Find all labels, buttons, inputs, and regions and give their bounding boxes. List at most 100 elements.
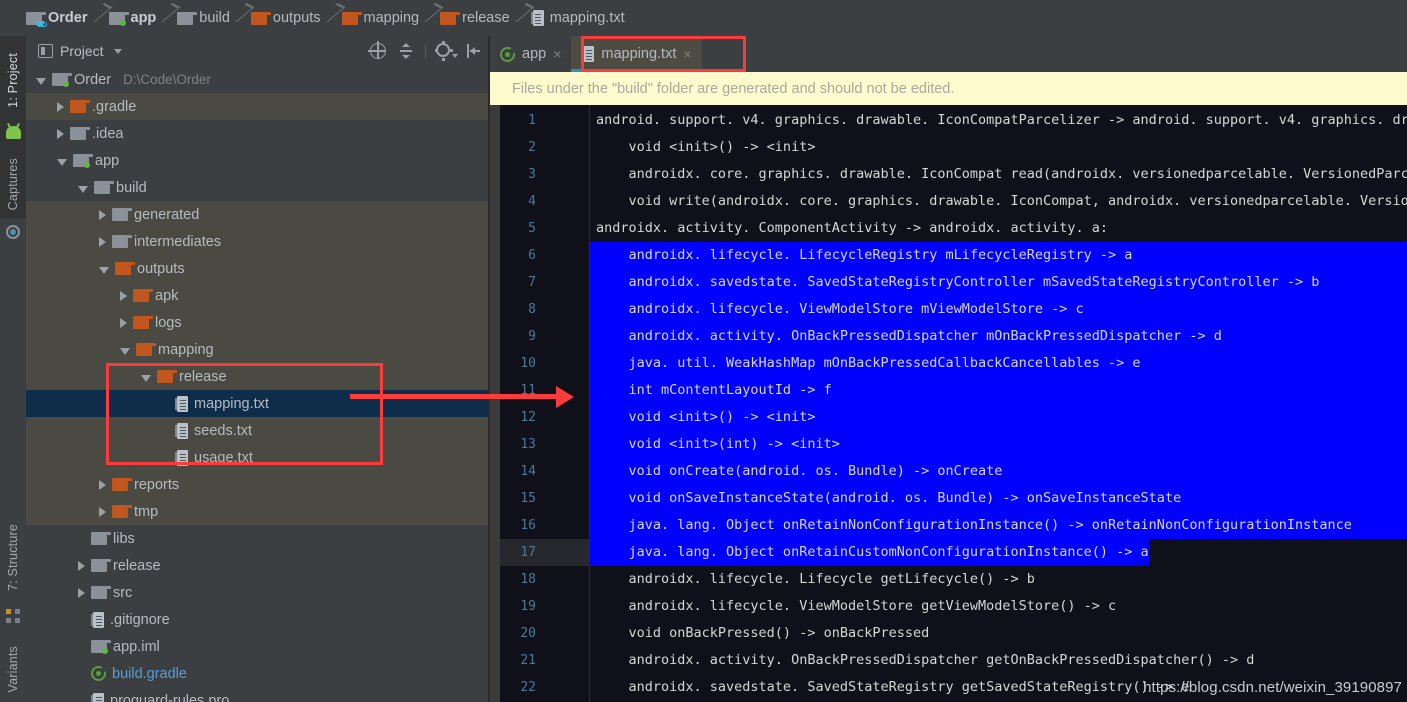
tree-node-app[interactable]: app — [26, 147, 490, 174]
breadcrumb-label: app — [130, 10, 157, 26]
chevron-right-icon[interactable] — [99, 506, 106, 517]
chevron-right-icon[interactable] — [78, 560, 85, 571]
collapse-all-icon[interactable] — [397, 42, 415, 60]
chevron-down-icon[interactable] — [57, 158, 67, 166]
code-line[interactable]: void <init>() -> <init> — [590, 404, 1407, 431]
tree-node-release[interactable]: release — [26, 363, 490, 390]
folder-icon — [112, 505, 132, 518]
chevron-right-icon[interactable] — [120, 290, 127, 301]
tree-node--gitignore[interactable]: .gitignore — [26, 606, 490, 633]
line-number: 19 — [520, 599, 536, 614]
code-lines[interactable]: android. support. v4. graphics. drawable… — [590, 105, 1407, 702]
sidebar-item-variants[interactable]: Variants — [0, 636, 26, 702]
code-line-text: android. support. v4. graphics. drawable… — [596, 112, 1407, 128]
tab-mapping-txt[interactable]: mapping.txt × — [571, 36, 702, 72]
tree-node-mapping-txt[interactable]: mapping.txt — [26, 390, 490, 417]
android-icon[interactable] — [0, 122, 26, 142]
code-line[interactable]: java. util. WeakHashMap mOnBackPressedCa… — [590, 350, 1407, 377]
tree-node-reports[interactable]: reports — [26, 471, 490, 498]
code-line[interactable]: androidx. savedstate. SavedStateRegistry… — [590, 269, 1407, 296]
code-line[interactable]: androidx. lifecycle. Lifecycle getLifecy… — [590, 566, 1407, 593]
code-line[interactable]: androidx. activity. ComponentActivity ->… — [590, 215, 1407, 242]
code-line[interactable]: androidx. lifecycle. ViewModelStore getV… — [590, 593, 1407, 620]
hide-panel-icon[interactable] — [464, 42, 482, 60]
tree-node-logs[interactable]: logs — [26, 309, 490, 336]
code-line[interactable]: java. lang. Object onRetainNonConfigurat… — [590, 512, 1407, 539]
chevron-right-icon[interactable] — [99, 209, 106, 220]
tree-node-release[interactable]: release — [26, 552, 490, 579]
chevron-right-icon[interactable] — [57, 101, 64, 112]
tab-app[interactable]: app × — [490, 36, 571, 72]
code-line[interactable]: void onCreate(android. os. Bundle) -> on… — [590, 458, 1407, 485]
tree-node-src[interactable]: src — [26, 579, 490, 606]
gutter-marker-strip[interactable] — [490, 105, 500, 702]
tree-node--gradle[interactable]: .gradle — [26, 93, 490, 120]
code-line[interactable]: void write(androidx. core. graphics. dra… — [590, 188, 1407, 215]
code-line[interactable]: androidx. core. graphics. drawable. Icon… — [590, 161, 1407, 188]
folder-icon — [112, 235, 132, 248]
breadcrumb-item-build[interactable]: build — [177, 0, 232, 36]
code-line[interactable]: void onSaveInstanceState(android. os. Bu… — [590, 485, 1407, 512]
breadcrumb-label: outputs — [272, 10, 321, 26]
capture-target-icon[interactable] — [0, 222, 26, 242]
code-viewport[interactable]: 1234567891011121314151617181920212223242… — [490, 105, 1407, 702]
locate-in-tree-icon[interactable] — [368, 41, 387, 60]
tree-node-proguard-rules-pro[interactable]: proguard-rules.pro — [26, 687, 490, 702]
breadcrumb-item-outputs[interactable]: outputs — [250, 0, 323, 36]
code-line[interactable]: androidx. activity. OnBackPressedDispatc… — [590, 323, 1407, 350]
code-line[interactable]: androidx. lifecycle. LifecycleRegistry m… — [590, 242, 1407, 269]
breadcrumb-item-mapping[interactable]: mapping — [341, 0, 422, 36]
folder-icon — [115, 262, 135, 275]
project-tree[interactable]: Order D:\Code\Order .gradle .idea app build ge… — [26, 66, 490, 702]
close-icon[interactable]: × — [683, 47, 691, 61]
tree-node-app-iml[interactable]: app.iml — [26, 633, 490, 660]
code-line[interactable]: void onBackPressed() -> onBackPressed — [590, 620, 1407, 647]
chevron-down-icon[interactable] — [113, 48, 122, 54]
tree-node-generated[interactable]: generated — [26, 201, 490, 228]
tree-node-usage-txt[interactable]: usage.txt — [26, 444, 490, 471]
tree-node-outputs[interactable]: outputs — [26, 255, 490, 282]
tree-node--idea[interactable]: .idea — [26, 120, 490, 147]
chevron-right-icon[interactable] — [120, 317, 127, 328]
tree-node-order[interactable]: Order D:\Code\Order — [26, 66, 490, 93]
variants-grid-icon[interactable] — [0, 606, 26, 626]
breadcrumb-separator — [93, 0, 106, 36]
sidebar-item-structure[interactable]: 7: Structure — [0, 516, 26, 600]
line-number: 12 — [520, 410, 536, 425]
chevron-down-icon[interactable] — [141, 374, 151, 382]
tree-node-libs[interactable]: libs — [26, 525, 490, 552]
code-line[interactable]: void <init>() -> <init> — [590, 134, 1407, 161]
tree-node-build-gradle[interactable]: build.gradle — [26, 660, 490, 687]
chevron-right-icon[interactable] — [78, 587, 85, 598]
tree-node-intermediates[interactable]: intermediates — [26, 228, 490, 255]
code-line[interactable]: int mContentLayoutId -> f — [590, 377, 1407, 404]
close-icon[interactable]: × — [553, 47, 561, 61]
code-line[interactable]: java. lang. Object onRetainCustomNonConf… — [590, 539, 1407, 566]
chevron-down-icon[interactable] — [78, 185, 88, 193]
sidebar-item-captures[interactable]: Captures — [0, 151, 26, 217]
folder-icon — [112, 208, 132, 221]
settings-gear-icon[interactable] — [435, 41, 458, 61]
tree-node-apk[interactable]: apk — [26, 282, 490, 309]
code-line[interactable]: void <init>(int) -> <init> — [590, 431, 1407, 458]
tree-node-tmp[interactable]: tmp — [26, 498, 490, 525]
sidebar-item-project[interactable]: 1: Project — [0, 44, 26, 116]
breadcrumb-item-release[interactable]: release — [440, 0, 512, 36]
chevron-down-icon[interactable] — [36, 77, 46, 85]
chevron-down-icon[interactable] — [120, 347, 130, 355]
tree-node-mapping[interactable]: mapping — [26, 336, 490, 363]
code-line[interactable]: androidx. lifecycle. ViewModelStore mVie… — [590, 296, 1407, 323]
tree-node-seeds-txt[interactable]: seeds.txt — [26, 417, 490, 444]
breadcrumb-item-order[interactable]: Order — [26, 0, 90, 36]
breadcrumb-item-mapping-txt[interactable]: mapping.txt — [530, 0, 627, 36]
code-line[interactable]: androidx. activity. OnBackPressedDispatc… — [590, 647, 1407, 674]
chevron-right-icon[interactable] — [57, 128, 64, 139]
chevron-down-icon[interactable] — [99, 266, 109, 274]
chevron-right-icon[interactable] — [99, 236, 106, 247]
breadcrumb-item-app[interactable]: app — [108, 0, 159, 36]
folder-icon — [133, 316, 153, 329]
tree-node-build[interactable]: build — [26, 174, 490, 201]
code-line-text: androidx. activity. OnBackPressedDispatc… — [596, 652, 1255, 668]
chevron-right-icon[interactable] — [99, 479, 106, 490]
code-line[interactable]: android. support. v4. graphics. drawable… — [590, 107, 1407, 134]
